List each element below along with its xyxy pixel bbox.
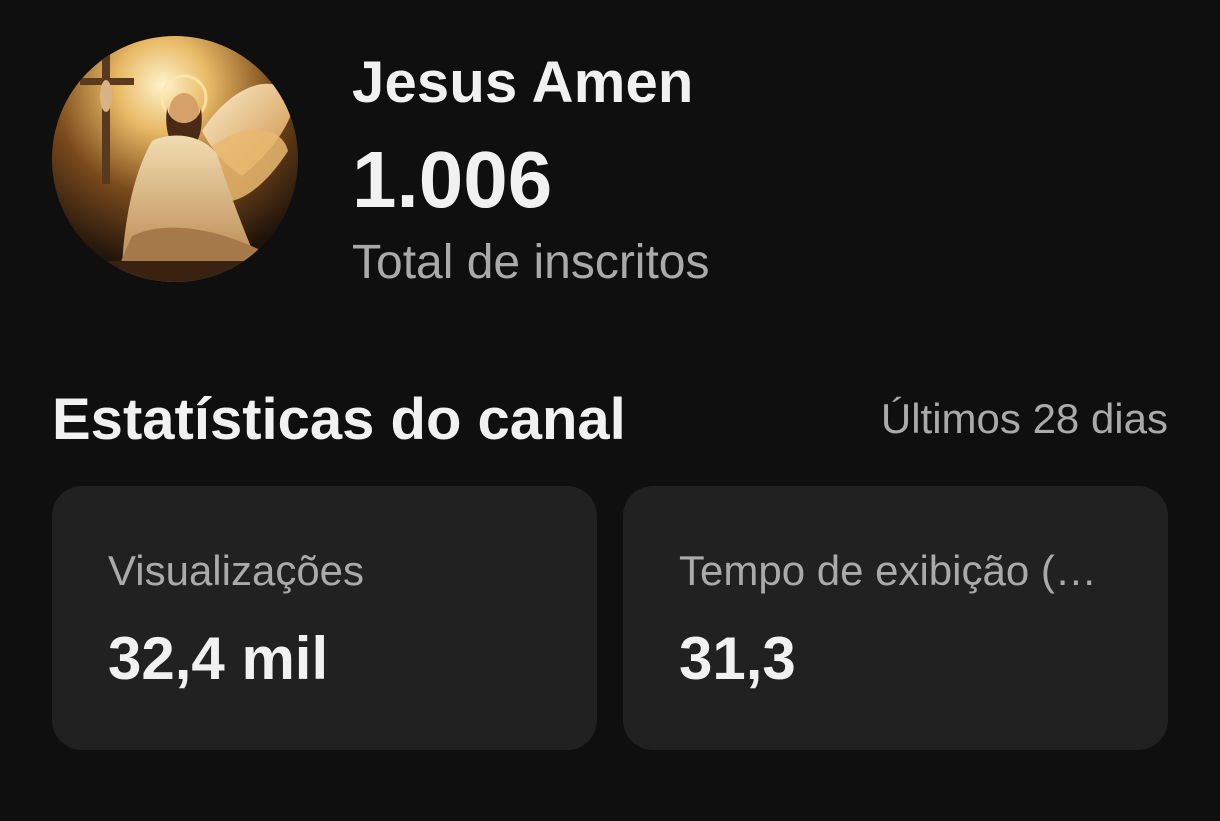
subscriber-count: 1.006 [352, 135, 553, 224]
channel-stats-title: Estatísticas do canal [52, 387, 626, 452]
channel-name[interactable]: Jesus Amen [352, 50, 694, 116]
watch-time-card-label: Tempo de exibição (… [679, 547, 1097, 594]
channel-header: Jesus Amen 1.006 Total de inscritos [52, 36, 1168, 289]
views-card-label: Visualizações [108, 547, 365, 594]
views-card[interactable]: Visualizações 32,4 mil [52, 486, 597, 750]
watch-time-card[interactable]: Tempo de exibição (… 31,3 [623, 486, 1168, 750]
watch-time-card-value: 31,3 [679, 625, 796, 692]
subscriber-count-label: Total de inscritos [352, 236, 710, 289]
stats-period-label: Últimos 28 dias [880, 395, 1168, 442]
channel-avatar[interactable] [52, 36, 298, 282]
channel-avatar-image [52, 36, 298, 282]
stats-cards: Visualizações 32,4 mil Tempo de exibição… [52, 486, 1168, 750]
channel-stats-header: Estatísticas do canal Últimos 28 dias [52, 386, 1168, 456]
views-card-value: 32,4 mil [108, 625, 329, 692]
